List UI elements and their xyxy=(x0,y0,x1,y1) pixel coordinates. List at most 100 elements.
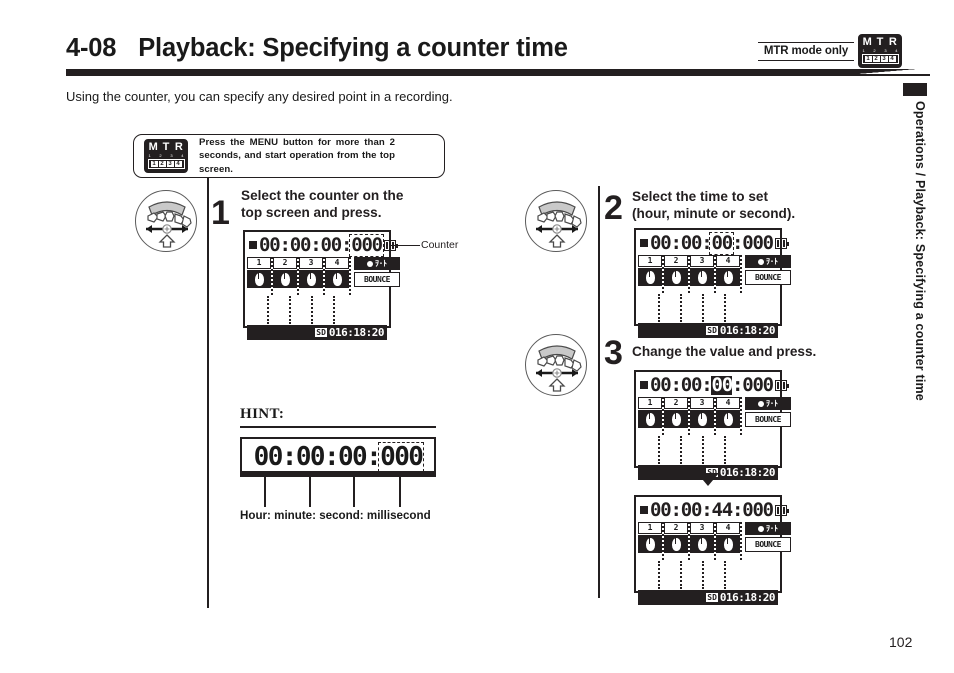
bounce-label: BOUNCE xyxy=(745,537,791,552)
track-knob-icon xyxy=(664,535,688,553)
mtr-panel-3: 3 xyxy=(880,56,888,62)
track-number: 4 xyxy=(716,255,740,267)
track-number: 4 xyxy=(716,397,740,409)
track-channel: 4 xyxy=(716,522,742,560)
track-knob-icon xyxy=(690,410,714,428)
lcd-status-bar: SD 016:18:20 xyxy=(638,323,778,338)
note-connector-line xyxy=(207,178,209,608)
bounce-label: BOUNCE xyxy=(745,412,791,427)
lcd-mode-column: ｦ･ﾄ BOUNCE xyxy=(351,257,403,295)
sd-remaining-time: 016:18:20 xyxy=(328,326,385,339)
mtr-ticks: 1 2 3 4 xyxy=(862,49,899,53)
jog-dial-icon xyxy=(525,334,587,396)
lcd-level-meters xyxy=(638,561,778,589)
jog-dial-icon xyxy=(525,190,587,252)
track-channel: 4 xyxy=(716,397,742,435)
column-divider xyxy=(598,186,600,598)
counter-second: 00 xyxy=(709,231,735,255)
manual-page: 4-08 Playback: Specifying a counter time … xyxy=(0,0,954,673)
track-knob-icon xyxy=(638,535,662,553)
hint-leader-hour xyxy=(264,477,266,507)
mtr-letter-m: M xyxy=(148,141,158,154)
hint-caption: Hour: minute: second: millisecond xyxy=(240,509,431,522)
mode-indicator-icon: ｦ･ﾄ xyxy=(354,257,400,270)
counter-display: 00 : 00 : 44 : 000 xyxy=(650,498,774,521)
counter-minute: 00 xyxy=(680,498,703,521)
hint-title: HINT: xyxy=(240,406,285,422)
lcd-screen-2: 00 : 00 : 00 : 000 1 2 3 4 ｦ･ﾄ BOUNCE SD… xyxy=(634,228,791,338)
track-channel: 2 xyxy=(664,397,690,435)
track-number: 3 xyxy=(299,257,323,269)
sd-remaining-time: 016:18:20 xyxy=(719,324,776,337)
mtr-ticks: 1 2 3 4 xyxy=(148,154,185,158)
track-number: 2 xyxy=(664,255,688,267)
lcd-status-bar: SD 016:18:20 xyxy=(247,325,387,340)
counter-display: 00 : 00 : 00 : 000 xyxy=(259,233,384,257)
track-channel: 4 xyxy=(325,257,351,295)
track-channel: 2 xyxy=(273,257,299,295)
header-rule xyxy=(66,69,846,76)
step-number-3: 3 xyxy=(604,334,623,372)
lcd-track-strip: 1 2 3 4 ｦ･ﾄ BOUNCE xyxy=(638,397,791,435)
page-title: 4-08 Playback: Specifying a counter time xyxy=(66,34,568,63)
down-arrow-icon xyxy=(697,473,719,486)
lcd-mode-column: ｦ･ﾄ BOUNCE xyxy=(742,255,794,293)
note-callout-box: M T R 1 2 3 4 1 2 3 4 Press the MENU but… xyxy=(133,134,445,178)
sd-card-icon: SD xyxy=(706,593,718,602)
intro-paragraph: Using the counter, you can specify any d… xyxy=(66,89,453,104)
counter-callout-label: Counter xyxy=(421,239,459,251)
hint-leader-second xyxy=(353,477,355,507)
lcd-level-meters xyxy=(638,294,778,322)
mtr-letter-r: R xyxy=(174,141,183,154)
mtr-panel-4: 4 xyxy=(174,161,182,168)
mtr-letter-t: T xyxy=(162,141,170,154)
track-knob-icon xyxy=(638,410,662,428)
mode-indicator-icon: ｦ･ﾄ xyxy=(745,255,791,268)
track-number: 4 xyxy=(716,522,740,534)
track-number: 1 xyxy=(638,522,662,534)
lcd-counter-row: 00 : 00 : 44 : 000 xyxy=(638,498,789,521)
counter-hour: 00 xyxy=(650,373,672,396)
mtr-panel-2: 2 xyxy=(872,56,880,62)
track-knob-icon xyxy=(325,270,349,288)
side-tab-label: Operations / Playback: Specifying a coun… xyxy=(913,101,927,401)
lcd-counter-row: 00 : 00 : 00 : 000 xyxy=(638,373,789,396)
mtr-tick-1: 1 xyxy=(862,48,865,53)
counter-display: 00 : 00 : 00 : 000 xyxy=(650,373,774,396)
track-knob-icon xyxy=(664,410,688,428)
track-channel: 3 xyxy=(690,522,716,560)
jog-dial-icon xyxy=(135,190,197,252)
hint-sep: : xyxy=(323,442,340,472)
page-number: 102 xyxy=(889,634,913,650)
track-knob-icon xyxy=(690,268,714,286)
lcd-track-strip: 1 2 3 4 ｦ･ﾄ BOUNCE xyxy=(638,255,791,293)
mtr-letters: M T R xyxy=(148,142,185,153)
hint-underbar xyxy=(240,471,436,477)
counter-callout-line xyxy=(389,245,420,247)
counter-second: 44 xyxy=(711,498,733,521)
mode-indicator-icon: ｦ･ﾄ xyxy=(745,397,791,410)
mtr-badge-icon: M T R 1 2 3 4 1 2 3 4 xyxy=(144,139,188,173)
counter-sep: : xyxy=(310,233,321,256)
track-knob-icon xyxy=(247,270,271,288)
hint-millisecond: 000 xyxy=(378,442,425,472)
track-number: 2 xyxy=(664,522,688,534)
counter-sep: : xyxy=(731,231,743,254)
sd-remaining-time: 016:18:20 xyxy=(719,591,776,604)
track-knob-icon xyxy=(273,270,297,288)
hint-sep: : xyxy=(281,442,298,472)
counter-minute: 00 xyxy=(680,231,703,254)
mtr-tick-3: 3 xyxy=(170,153,173,159)
mtr-tick-4: 4 xyxy=(181,153,184,159)
mtr-panel: 1 2 3 4 xyxy=(147,159,185,170)
track-number: 2 xyxy=(664,397,688,409)
mtr-panel-1: 1 xyxy=(150,161,158,168)
step-number-1: 1 xyxy=(211,194,230,232)
counter-hour: 00 xyxy=(259,233,281,256)
track-channel: 1 xyxy=(638,522,664,560)
track-channel: 1 xyxy=(638,397,664,435)
mtr-letter-r: R xyxy=(888,36,897,48)
hint-minute: 00 xyxy=(295,442,326,472)
mtr-tick-2: 2 xyxy=(159,153,162,159)
counter-hour: 00 xyxy=(650,498,672,521)
